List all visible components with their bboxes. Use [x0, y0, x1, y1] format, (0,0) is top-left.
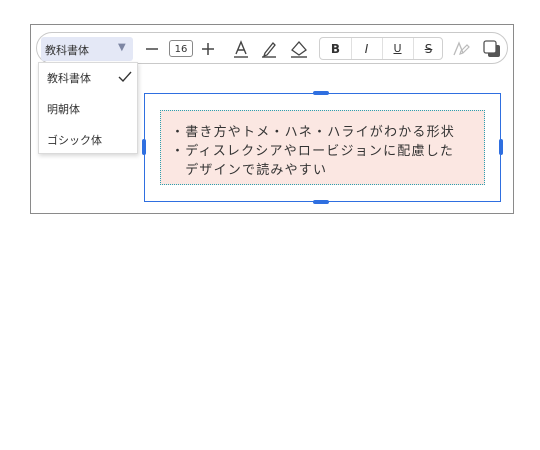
format-button-group: B I U S — [319, 37, 443, 60]
resize-handle-bottom[interactable] — [313, 200, 329, 204]
underline-label: U — [393, 42, 402, 55]
shadow-button[interactable] — [481, 33, 503, 65]
text-line: デザインで読みやすい — [171, 163, 328, 178]
text-line: ・ディスレクシアやロービジョンに配慮した — [171, 144, 455, 159]
resize-handle-right[interactable] — [499, 139, 503, 155]
font-family-value: 教科書体 — [45, 44, 89, 57]
text-color-button[interactable] — [231, 33, 251, 65]
fill-color-button[interactable] — [289, 33, 309, 65]
text-color-icon — [234, 40, 248, 58]
decrease-size-button[interactable] — [143, 33, 161, 65]
resize-handle-top[interactable] — [313, 91, 329, 95]
eraser-icon — [291, 41, 307, 58]
increase-size-button[interactable] — [199, 33, 217, 65]
italic-button[interactable]: I — [351, 38, 382, 59]
menu-item-kyokasho[interactable]: 教科書体 — [39, 67, 137, 89]
menu-item-gothic[interactable]: ゴシック体 — [39, 129, 137, 151]
text-line: ・書き方やトメ・ハネ・ハライがわかる形状 — [171, 125, 456, 140]
clear-format-icon — [453, 41, 470, 56]
shadow-icon — [483, 40, 500, 57]
text-box[interactable]: ・書き方やトメ・ハネ・ハライがわかる形状 ・ディスレクシアやロービジョンに配慮し… — [160, 110, 485, 185]
strikethrough-label: S — [424, 41, 433, 56]
menu-item-label: ゴシック体 — [47, 134, 102, 147]
strikethrough-button[interactable]: S — [413, 38, 444, 59]
menu-item-label: 教科書体 — [47, 72, 91, 85]
font-family-menu: 教科書体 明朝体 ゴシック体 — [38, 62, 138, 154]
font-size-input[interactable]: 16 — [169, 40, 193, 57]
bold-button[interactable]: B — [320, 38, 351, 59]
dropdown-caret-icon: ▼ — [118, 42, 126, 53]
font-family-select[interactable]: 教科書体 ▼ — [41, 37, 133, 61]
resize-handle-left[interactable] — [142, 139, 146, 155]
underline-button[interactable]: U — [382, 38, 413, 59]
italic-label: I — [364, 41, 369, 56]
plus-icon — [202, 43, 214, 55]
highlight-button[interactable] — [259, 33, 279, 65]
menu-item-mincho[interactable]: 明朝体 — [39, 98, 137, 120]
checkmark-icon — [118, 71, 132, 83]
highlight-pen-icon — [262, 42, 276, 58]
clear-format-button[interactable] — [451, 33, 471, 65]
menu-item-label: 明朝体 — [47, 103, 80, 116]
minus-icon — [146, 48, 158, 50]
bold-label: B — [330, 41, 341, 56]
text-toolbar: 教科書体 ▼ 16 B I U S — [36, 32, 508, 64]
